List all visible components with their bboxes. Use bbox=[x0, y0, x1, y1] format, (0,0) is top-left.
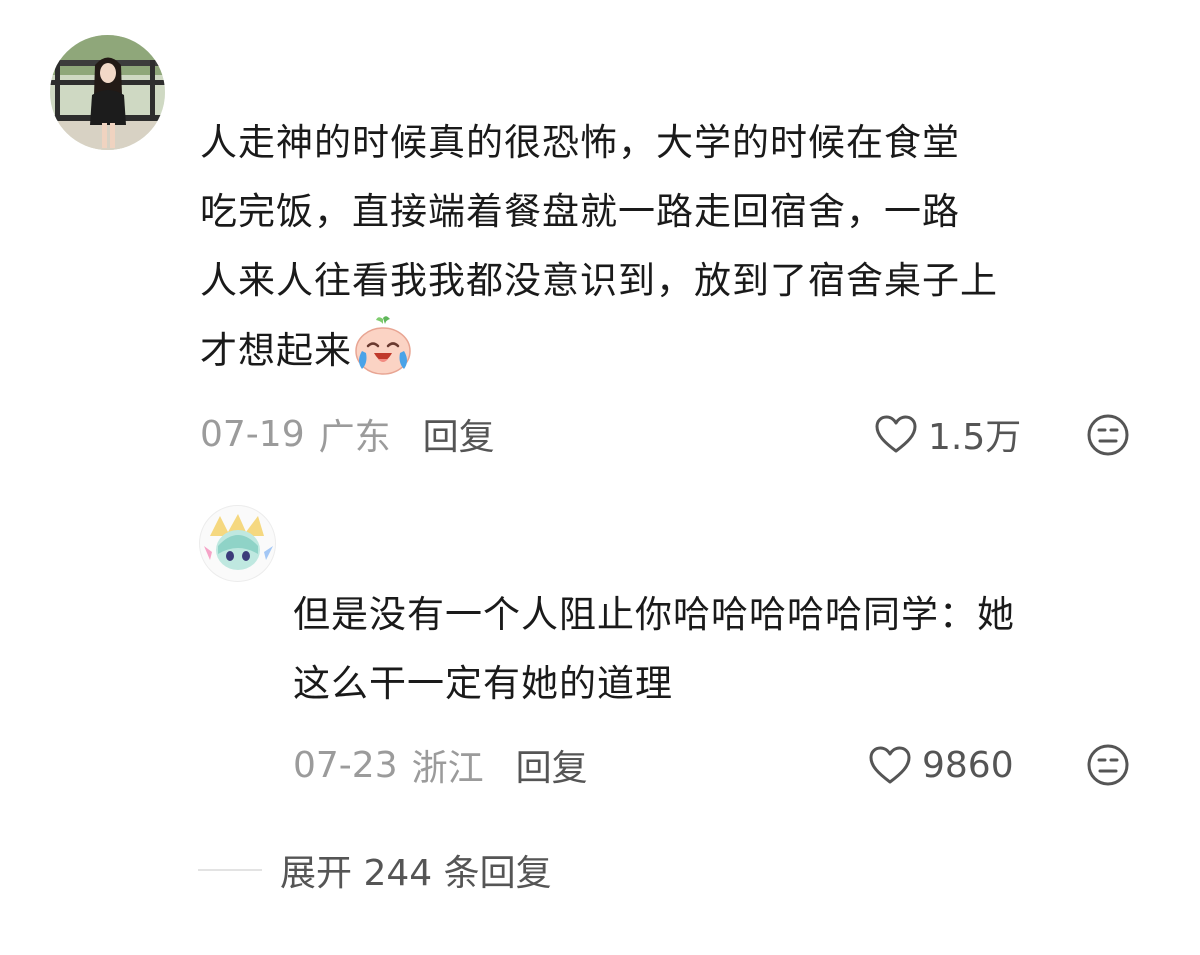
reply-line: 这么干一定有她的道理 bbox=[293, 662, 673, 705]
replier-avatar[interactable] bbox=[199, 505, 276, 582]
comment-line: 吃完饭，直接端着餐盘就一路走回宿舍，一路 bbox=[200, 190, 960, 233]
reply-button[interactable]: 回复 bbox=[516, 739, 588, 791]
like-count: 1.5万 bbox=[928, 417, 1022, 458]
reply-text: 但是没有一个人阻止你哈哈哈哈哈同学：她 这么干一定有她的道理 bbox=[293, 580, 1173, 718]
commenter-avatar[interactable] bbox=[50, 35, 165, 150]
like-button[interactable]: 1.5万 bbox=[874, 409, 1021, 459]
divider-line bbox=[198, 869, 262, 871]
comment-date: 07-19 bbox=[200, 413, 305, 455]
dislike-face-icon[interactable] bbox=[1086, 413, 1130, 457]
heart-outline-icon bbox=[875, 415, 917, 453]
dislike-face-icon[interactable] bbox=[1086, 743, 1130, 787]
like-count: 9860 bbox=[922, 744, 1014, 786]
comment-meta: 07-19 广东 回复 bbox=[200, 409, 495, 459]
crying-laughing-emoji bbox=[352, 315, 414, 377]
reply-button[interactable]: 回复 bbox=[423, 408, 495, 460]
comment-text: 人走神的时候真的很恐怖，大学的时候在食堂 吃完饭，直接端着餐盘就一路走回宿舍，一… bbox=[200, 108, 1180, 385]
like-button[interactable]: 9860 bbox=[868, 740, 1014, 790]
heart-outline-icon bbox=[869, 746, 911, 784]
reply-date: 07-23 bbox=[293, 744, 398, 786]
comment-line: 才想起来 bbox=[200, 315, 1180, 385]
expand-replies-label: 展开 244 条回复 bbox=[280, 853, 552, 894]
reply-line: 但是没有一个人阻止你哈哈哈哈哈同学：她 bbox=[293, 593, 1015, 636]
reply-location: 浙江 bbox=[411, 748, 484, 789]
comment-location: 广东 bbox=[318, 417, 391, 458]
expand-replies-button[interactable]: 展开 244 条回复 bbox=[198, 843, 552, 897]
reply-meta: 07-23 浙江 回复 bbox=[293, 740, 588, 790]
comment-line: 人来人往看我我都没意识到，放到了宿舍桌子上 bbox=[200, 259, 998, 302]
comment-line: 人走神的时候真的很恐怖，大学的时候在食堂 bbox=[200, 121, 960, 164]
